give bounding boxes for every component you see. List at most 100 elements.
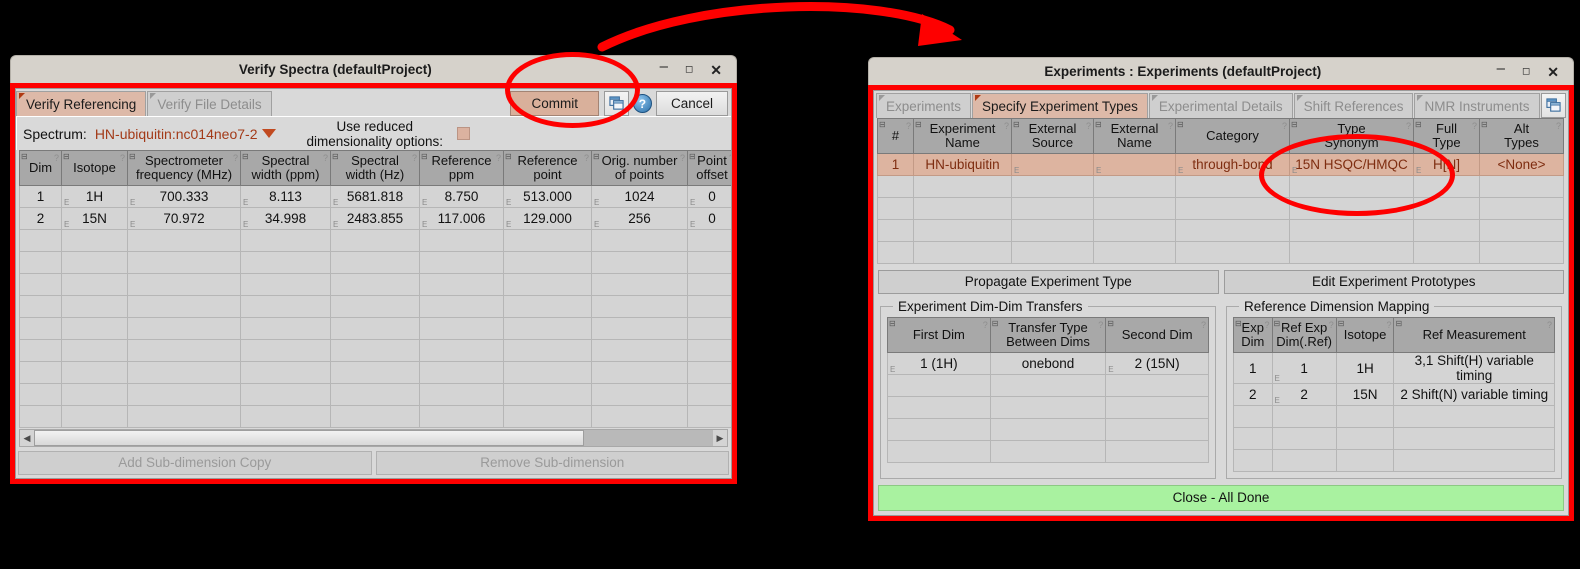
table-cell[interactable]: 8.750	[419, 185, 504, 208]
column-header-3[interactable]: ExternalSource	[1011, 118, 1094, 154]
table-cell-empty[interactable]	[61, 405, 128, 428]
scroll-right-icon[interactable]: ▶	[713, 430, 727, 446]
table-cell-empty[interactable]	[1011, 175, 1094, 198]
table-row-empty[interactable]	[887, 374, 1209, 397]
table-cell-empty[interactable]	[887, 440, 991, 463]
minimize-icon[interactable]: –	[1497, 61, 1505, 76]
column-header-2[interactable]: Transfer TypeBetween Dims	[989, 317, 1107, 353]
column-header-6[interactable]: Referenceppm	[419, 150, 504, 186]
column-header-4[interactable]: ExternalName	[1093, 118, 1176, 154]
help-icon[interactable]: ?	[632, 94, 652, 113]
table-cell-empty[interactable]	[687, 229, 731, 252]
column-header-1[interactable]: First Dim	[887, 317, 991, 353]
table-cell-empty[interactable]	[1393, 405, 1555, 428]
table-cell-empty[interactable]	[19, 361, 62, 384]
table-cell-empty[interactable]	[330, 405, 420, 428]
table-cell[interactable]	[1093, 153, 1176, 176]
table-cell[interactable]: 117.006	[419, 207, 504, 230]
column-header-3[interactable]: Second Dim	[1105, 317, 1209, 353]
table-cell-empty[interactable]	[1175, 219, 1290, 242]
horizontal-scrollbar[interactable]: ◀ ▶	[19, 429, 728, 447]
table-cell[interactable]	[1011, 153, 1094, 176]
table-row-empty[interactable]	[19, 273, 731, 296]
table-row-empty[interactable]	[877, 241, 1564, 264]
table-cell-empty[interactable]	[1289, 241, 1414, 264]
remove-subdimension-button[interactable]: Remove Sub-dimension	[375, 451, 729, 475]
table-cell-empty[interactable]	[61, 361, 128, 384]
column-header-5[interactable]: Spectralwidth (Hz)	[330, 150, 420, 186]
table-cell-empty[interactable]	[503, 361, 592, 384]
table-cell-empty[interactable]	[1479, 219, 1564, 242]
table-cell-empty[interactable]	[591, 361, 688, 384]
table-cell[interactable]: 700.333	[127, 185, 241, 208]
table-cell-empty[interactable]	[1105, 396, 1209, 419]
table-cell-empty[interactable]	[1011, 219, 1094, 242]
table-cell-empty[interactable]	[419, 251, 504, 274]
table-cell-empty[interactable]	[1479, 175, 1564, 198]
table-row-empty[interactable]	[1233, 405, 1555, 428]
commit-button[interactable]: Commit	[510, 91, 599, 116]
table-row[interactable]: 1HN-ubiquitin through-bond15N HSQC/HMQCH[…	[877, 153, 1564, 176]
table-cell[interactable]: 3,1 Shift(H) variable timing	[1393, 352, 1555, 384]
column-header-2[interactable]: Ref ExpDim(.Ref)	[1271, 317, 1337, 353]
table-cell-empty[interactable]	[19, 339, 62, 362]
table-row[interactable]: 2215N2 Shift(N) variable timing	[1233, 383, 1555, 406]
cancel-button[interactable]: Cancel	[655, 91, 728, 116]
table-cell[interactable]: 2	[1233, 383, 1273, 406]
reduced-dimensionality-checkbox[interactable]	[457, 127, 471, 140]
table-cell-empty[interactable]	[687, 361, 731, 384]
column-header-3[interactable]: Spectrometerfrequency (MHz)	[127, 150, 241, 186]
table-cell-empty[interactable]	[877, 175, 914, 198]
table-cell-empty[interactable]	[503, 295, 592, 318]
table-cell-empty[interactable]	[1233, 427, 1273, 450]
table-cell-empty[interactable]	[419, 339, 504, 362]
table-row-empty[interactable]	[19, 361, 731, 384]
table-row-empty[interactable]	[19, 229, 731, 252]
table-cell[interactable]: <None>	[1479, 153, 1564, 176]
tab-shift-references[interactable]: Shift References	[1293, 93, 1414, 118]
table-cell-empty[interactable]	[61, 273, 128, 296]
table-cell-empty[interactable]	[687, 339, 731, 362]
table-cell[interactable]: 1	[19, 185, 62, 208]
table-row-empty[interactable]	[887, 418, 1209, 441]
table-cell-empty[interactable]	[330, 229, 420, 252]
column-header-1[interactable]: Dim	[19, 150, 62, 186]
table-cell-empty[interactable]	[1233, 405, 1273, 428]
table-cell-empty[interactable]	[1093, 175, 1176, 198]
table-cell-empty[interactable]	[19, 405, 62, 428]
table-cell-empty[interactable]	[19, 229, 62, 252]
table-cell[interactable]: 70.972	[127, 207, 241, 230]
table-cell-empty[interactable]	[1413, 241, 1480, 264]
table-cell[interactable]: 1	[877, 153, 914, 176]
table-row[interactable]: 1 (1H)onebond2 (15N)	[887, 352, 1209, 375]
table-cell[interactable]: HN-ubiquitin	[913, 153, 1012, 176]
table-cell-empty[interactable]	[591, 317, 688, 340]
table-cell-empty[interactable]	[989, 440, 1107, 463]
table-cell-empty[interactable]	[240, 273, 331, 296]
table-cell[interactable]: 1H	[61, 185, 128, 208]
table-cell-empty[interactable]	[240, 361, 331, 384]
table-cell-empty[interactable]	[1011, 197, 1094, 220]
table-cell-empty[interactable]	[989, 396, 1107, 419]
scrollbar-track[interactable]	[34, 430, 713, 446]
table-cell-empty[interactable]	[1393, 427, 1555, 450]
table-cell-empty[interactable]	[419, 405, 504, 428]
table-cell-empty[interactable]	[19, 317, 62, 340]
column-header-6[interactable]: TypeSynonym	[1289, 118, 1414, 154]
scrollbar-thumb[interactable]	[34, 430, 584, 446]
table-cell-empty[interactable]	[1105, 418, 1209, 441]
column-header-3[interactable]: Isotope	[1335, 317, 1395, 353]
maximize-icon[interactable]: ◻	[1522, 66, 1530, 77]
table-cell[interactable]: 1 (1H)	[887, 352, 991, 375]
table-cell-empty[interactable]	[1093, 241, 1176, 264]
table-cell-empty[interactable]	[240, 295, 331, 318]
table-cell-empty[interactable]	[687, 273, 731, 296]
add-subdimension-copy-button[interactable]: Add Sub-dimension Copy	[18, 451, 372, 475]
close-icon[interactable]: ✕	[710, 63, 722, 77]
table-cell[interactable]: through-bond	[1175, 153, 1290, 176]
chevron-down-icon[interactable]	[262, 129, 277, 138]
table-cell-empty[interactable]	[240, 229, 331, 252]
table-cell-empty[interactable]	[127, 295, 241, 318]
table-cell[interactable]: 2 Shift(N) variable timing	[1393, 383, 1555, 406]
table-cell-empty[interactable]	[1271, 449, 1337, 472]
